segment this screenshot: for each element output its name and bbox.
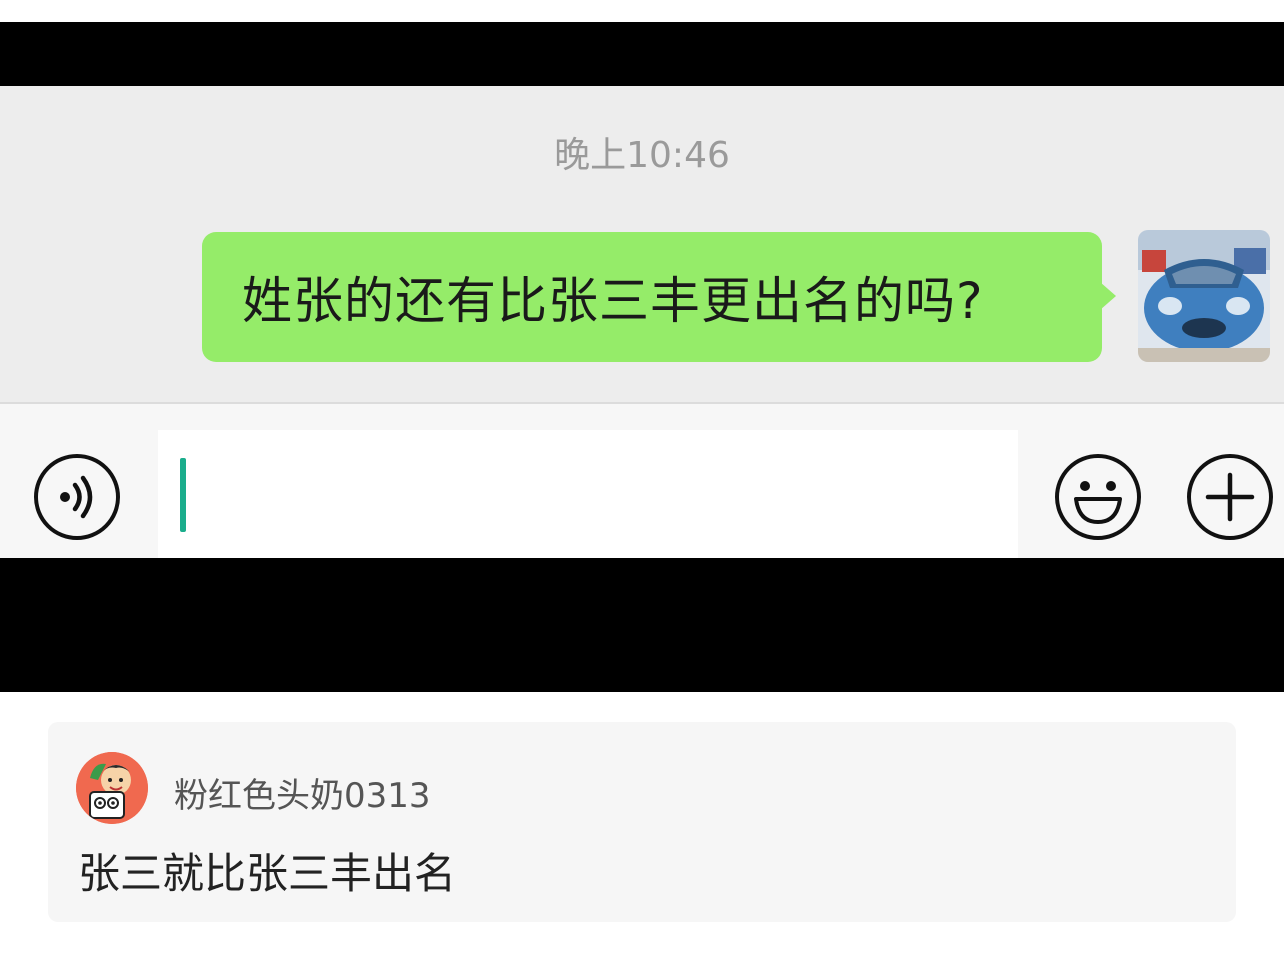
comment-text: 张三就比张三丰出名	[78, 849, 457, 898]
bubble-tail	[1100, 282, 1116, 310]
plus-button[interactable]	[1185, 452, 1275, 546]
bottom-black-bar	[0, 558, 1284, 692]
message-bubble[interactable]: 姓张的还有比张三丰更出名的吗?	[202, 232, 1102, 362]
message-text: 姓张的还有比张三丰更出名的吗?	[242, 272, 984, 330]
plus-icon	[1187, 454, 1273, 540]
cartoon-avatar-icon	[76, 752, 148, 824]
emoji-button[interactable]	[1053, 452, 1143, 546]
voice-icon	[34, 454, 120, 540]
car-photo-icon	[1138, 230, 1270, 362]
chat-area: 晚上10:46 姓张的还有比张三丰更出名的吗?	[0, 86, 1284, 402]
message-input[interactable]	[158, 430, 1018, 560]
chat-input-bar	[0, 402, 1284, 560]
voice-button[interactable]	[32, 452, 122, 546]
emoji-icon	[1055, 454, 1141, 540]
commenter-avatar[interactable]	[76, 752, 148, 824]
text-caret	[180, 458, 186, 532]
commenter-username[interactable]: 粉红色头奶0313	[174, 768, 431, 817]
sender-avatar[interactable]	[1138, 230, 1270, 362]
message-timestamp: 晚上10:46	[554, 135, 730, 176]
top-black-bar	[0, 22, 1284, 86]
comment-card: 粉红色头奶0313 张三就比张三丰出名	[48, 722, 1236, 922]
